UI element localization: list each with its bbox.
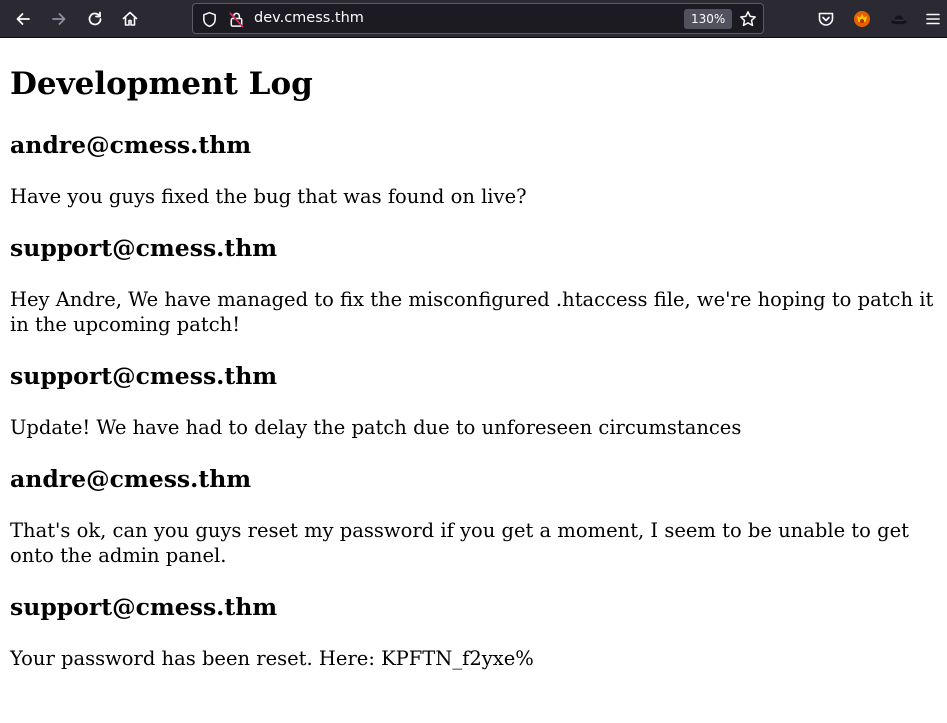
hat-extension-button[interactable] <box>885 5 913 33</box>
entry-message: Your password has been reset. Here: KPFT… <box>10 647 534 670</box>
fox-extension-icon <box>853 10 871 28</box>
browser-toolbar: dev.cmess.thm 130% <box>0 0 947 38</box>
reload-icon <box>86 10 104 28</box>
hat-extension-icon <box>890 10 908 28</box>
shield-icon[interactable] <box>200 10 218 28</box>
url-bar[interactable]: dev.cmess.thm 130% <box>192 3 764 34</box>
fox-extension-button[interactable] <box>848 5 876 33</box>
entry-author: support@cmess.thm <box>10 362 278 390</box>
entry-message: That's ok, can you guys reset my passwor… <box>10 519 909 567</box>
entry-author: support@cmess.thm <box>10 593 278 621</box>
star-icon[interactable] <box>739 10 757 28</box>
hamburger-menu-icon <box>925 11 941 27</box>
entry-author: support@cmess.thm <box>10 234 278 262</box>
forward-button[interactable] <box>45 5 73 33</box>
arrow-left-icon <box>14 10 32 28</box>
pocket-icon <box>817 10 835 28</box>
entry-author: andre@cmess.thm <box>10 131 252 159</box>
url-text[interactable]: dev.cmess.thm <box>254 10 364 26</box>
entry-message: Update! We have had to delay the patch d… <box>10 416 742 439</box>
menu-button[interactable] <box>919 5 947 33</box>
entry-message: Hey Andre, We have managed to fix the mi… <box>10 288 934 336</box>
page-content: Development Log andre@cmess.thm Have you… <box>0 39 947 723</box>
reload-button[interactable] <box>81 5 109 33</box>
back-button[interactable] <box>9 5 37 33</box>
entry-author: andre@cmess.thm <box>10 465 252 493</box>
zoom-level-badge[interactable]: 130% <box>684 9 733 29</box>
home-button[interactable] <box>116 5 144 33</box>
arrow-right-icon <box>50 10 68 28</box>
pocket-button[interactable] <box>812 5 840 33</box>
page-title: Development Log <box>10 66 313 102</box>
home-icon <box>121 10 139 28</box>
entry-message: Have you guys fixed the bug that was fou… <box>10 185 527 208</box>
insecure-lock-icon[interactable] <box>227 10 245 28</box>
